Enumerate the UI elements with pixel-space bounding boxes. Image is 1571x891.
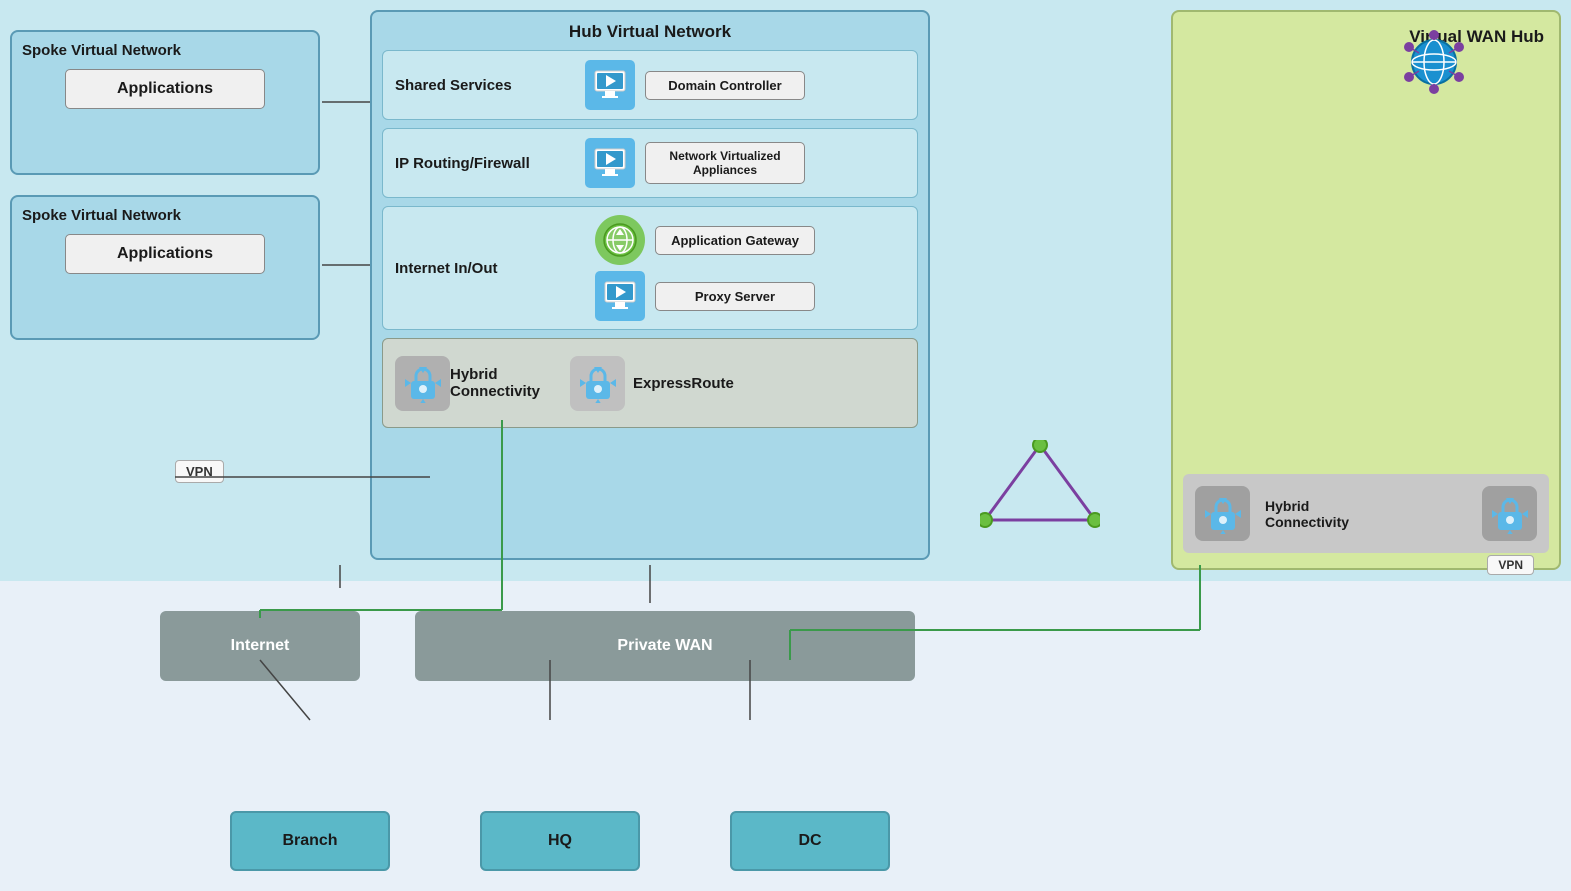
internet-inout-row: Internet In/Out [395, 215, 905, 321]
app-gateway-row: Application Gateway [595, 215, 905, 265]
hub-ip-routing: IP Routing/Firewall Network VirtualizedA… [382, 128, 918, 198]
hub-title: Hub Virtual Network [382, 22, 918, 42]
wan-hybrid-lock-icon-2 [1482, 486, 1537, 541]
branch-node: Branch [230, 811, 390, 871]
wan-hybrid-lock-icon-1 [1195, 486, 1250, 541]
lock-move-svg [403, 363, 443, 403]
spoke-bottom-title: Spoke Virtual Network [22, 207, 308, 224]
hub-shared-services: Shared Services Domain Controller [382, 50, 918, 120]
ip-routing-icons: Network VirtualizedAppliances [585, 138, 905, 188]
shared-services-monitor-icon [585, 60, 635, 110]
vpn-label-left: VPN [175, 460, 224, 483]
monitor-svg-2 [592, 145, 628, 181]
private-wan-label: Private WAN [617, 637, 712, 655]
hq-node: HQ [480, 811, 640, 871]
internet-label: Internet [231, 637, 290, 655]
virtual-wan-hub: Virtual WAN Hub [1171, 10, 1561, 570]
expressroute-triangle [980, 440, 1100, 535]
shared-services-icons: Domain Controller [585, 60, 905, 110]
proxy-server-box: Proxy Server [655, 282, 815, 311]
spoke-virtual-network-top: Spoke Virtual Network Applications [10, 30, 320, 175]
proxy-server-row: Proxy Server [595, 271, 905, 321]
hub-vpn-lock-icon [395, 356, 450, 411]
hub-internet-inout: Internet In/Out [382, 206, 918, 330]
ip-routing-monitor-icon [585, 138, 635, 188]
wan-lock-svg-2 [1490, 494, 1530, 534]
wan-globe-svg [1399, 27, 1469, 97]
hub-expressroute-lock-icon [570, 356, 625, 411]
express-route-label: ExpressRoute [633, 375, 734, 392]
internet-services: Application Gateway Proxy Server [595, 215, 905, 321]
dc-node: DC [730, 811, 890, 871]
wan-lock-svg-1 [1203, 494, 1243, 534]
hub-hybrid-connectivity: HybridConnectivity ExpressRoute [382, 338, 918, 428]
spoke-virtual-network-bottom: Spoke Virtual Network Applications [10, 195, 320, 340]
hq-label: HQ [548, 832, 572, 850]
gateway-svg [603, 223, 637, 257]
hub-virtual-network: Hub Virtual Network Shared Services Doma… [370, 10, 930, 560]
spoke-bottom-app-box: Applications [65, 234, 265, 274]
bottom-section: Internet Private WAN Branch HQ DC [0, 581, 1571, 891]
shared-services-label: Shared Services [395, 77, 585, 94]
wan-globe-container [1399, 27, 1469, 97]
wan-hub-title: Virtual WAN Hub [1188, 27, 1544, 47]
branch-label: Branch [282, 832, 337, 850]
wan-hybrid-section: HybridConnectivity VPN [1183, 474, 1549, 553]
private-wan-box: Private WAN [415, 611, 915, 681]
spoke-top-title: Spoke Virtual Network [22, 42, 308, 59]
internet-box: Internet [160, 611, 360, 681]
application-gateway-box: Application Gateway [655, 226, 815, 255]
expressroute-triangle-svg [980, 440, 1100, 530]
ip-routing-label: IP Routing/Firewall [395, 155, 585, 172]
wan-hybrid-label: HybridConnectivity [1265, 498, 1467, 530]
internet-inout-label: Internet In/Out [395, 260, 585, 277]
spoke-top-app-box: Applications [65, 69, 265, 109]
lock-move-svg-2 [578, 363, 618, 403]
domain-controller-box: Domain Controller [645, 71, 805, 100]
hub-hybrid-label: HybridConnectivity [450, 366, 540, 400]
wan-vpn-label: VPN [1487, 555, 1534, 575]
monitor-svg-3 [602, 278, 638, 314]
app-gateway-icon [595, 215, 645, 265]
monitor-svg [592, 67, 628, 103]
dc-label: DC [798, 832, 821, 850]
network-appliances-box: Network VirtualizedAppliances [645, 142, 805, 184]
proxy-server-monitor-icon [595, 271, 645, 321]
